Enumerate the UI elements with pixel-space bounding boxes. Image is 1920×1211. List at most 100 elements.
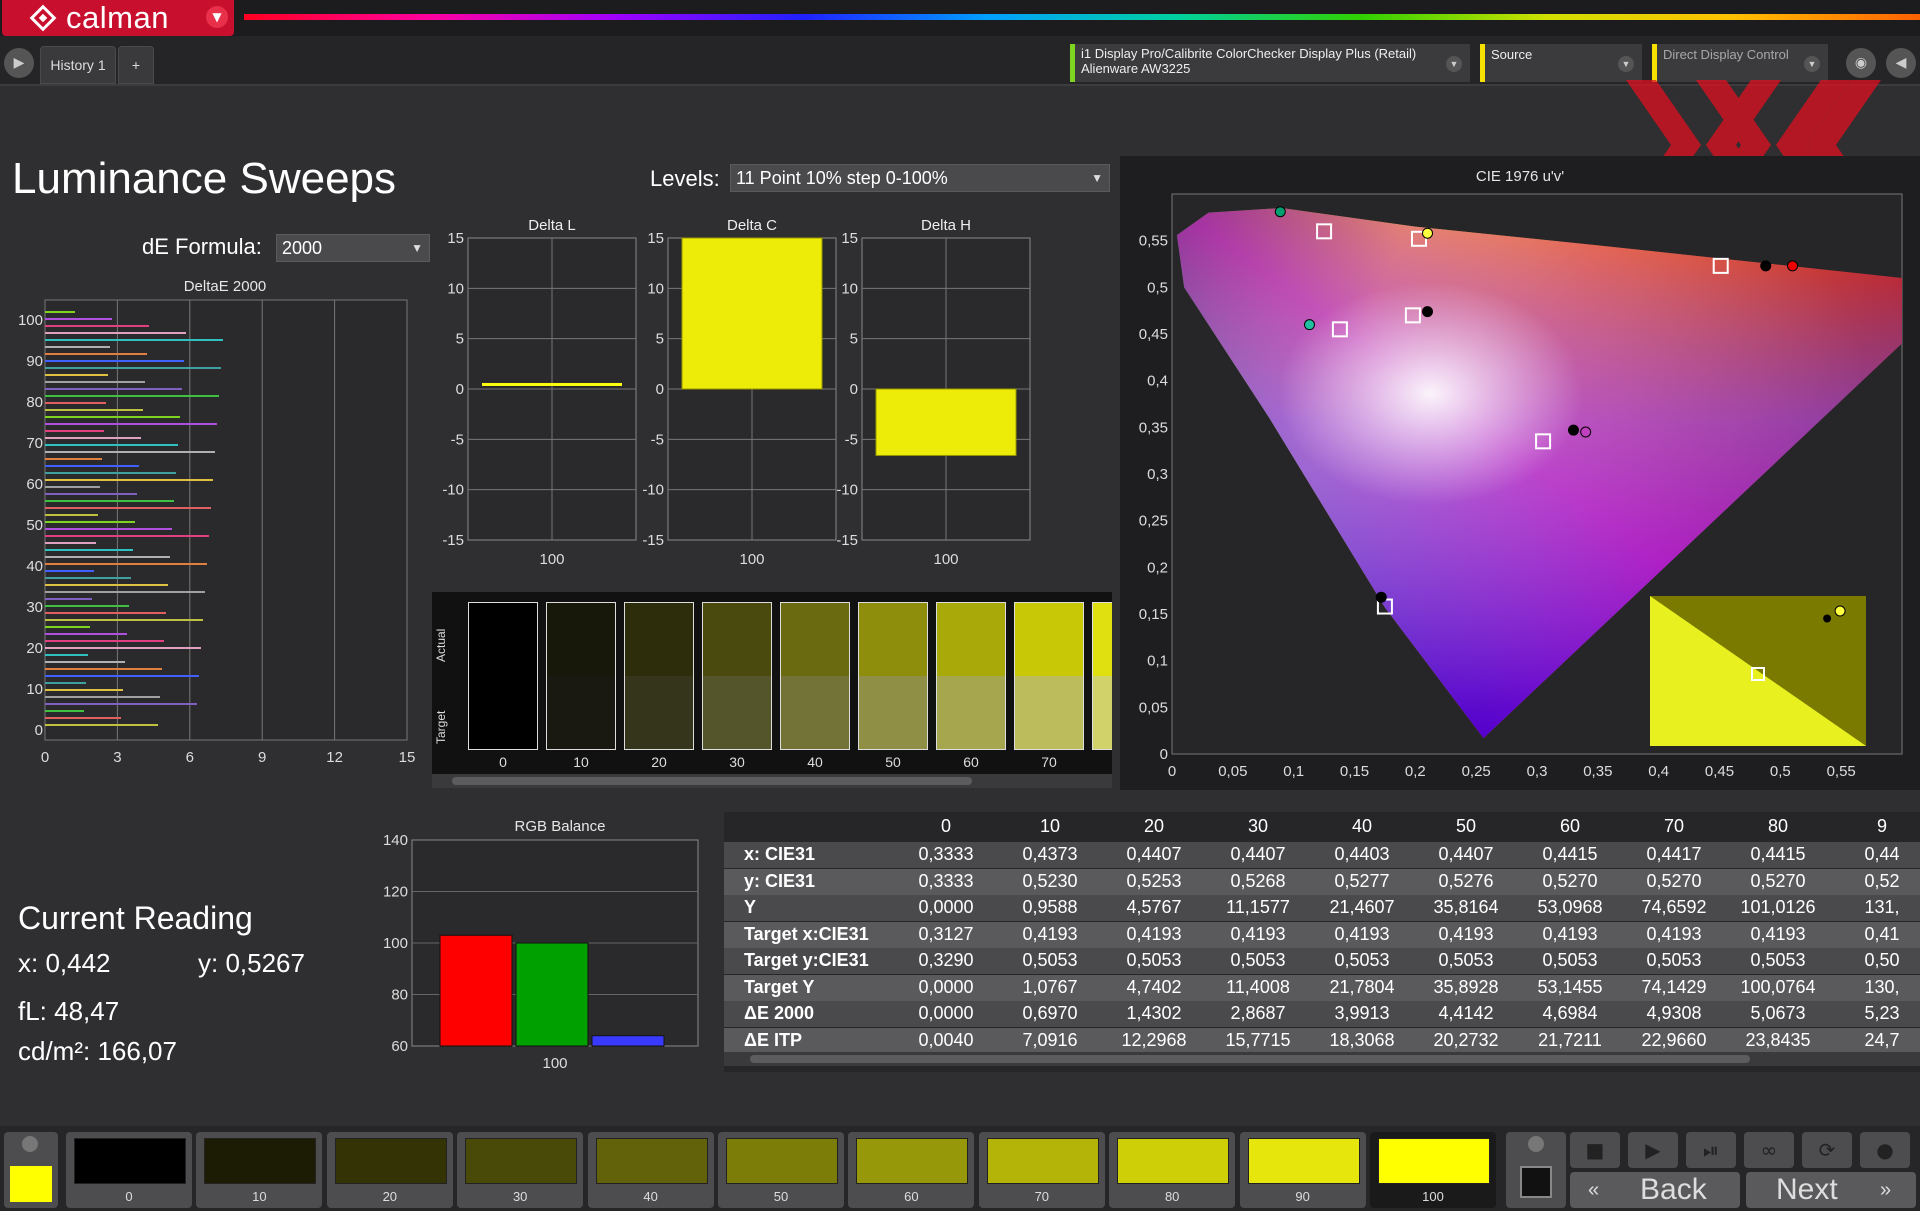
settings-icon[interactable]: ◉ [1846,48,1876,78]
patch-swatch[interactable]: 100 [1370,1132,1496,1208]
scrollbar-thumb[interactable] [452,777,972,785]
column-header: 0 [940,816,951,836]
patch-label: 30 [729,754,745,770]
patch-swatch[interactable]: 50 [718,1132,844,1208]
y-tick-label: 0 [456,381,464,398]
table-row: ΔE ITP 0,0040 7,0916 12,2968 15,7715 18,3068 2… [724,1027,1920,1054]
direct-display-selector[interactable]: Direct Display Control ▼ [1652,44,1828,82]
swatch-label: 90 [1295,1189,1310,1204]
patch-swatch[interactable]: 0 [66,1132,192,1208]
row-label: ΔE ITP [744,1029,802,1050]
loop-button[interactable]: ∞ [1744,1132,1794,1168]
patch-panel: Actual Target 0 10 20 30 40 50 60 70 8 [432,592,1112,788]
patch-target [1015,676,1083,749]
reading-cdm2: cd/m²: 166,07 [18,1036,177,1066]
play-button[interactable]: ▶ [1628,1132,1678,1168]
swatch-label: 20 [382,1189,398,1204]
y-tick-label: -10 [642,482,664,499]
arrow-up-icon[interactable] [22,1136,38,1152]
swatch-color [986,1138,1099,1184]
chevron-down-icon[interactable]: ▼ [206,6,228,28]
x-tick-label: 0,1 [1283,763,1304,780]
y-tick-label: 30 [26,599,43,616]
table-cell: 0,4415 [1750,844,1806,864]
meter-selector[interactable]: i1 Display Pro/Calibrite ColorChecker Di… [1070,44,1470,82]
levels-select[interactable]: 11 Point 10% step 0-100% ▼ [730,164,1110,192]
de-formula-select[interactable]: 2000 ▼ [276,234,430,262]
source-selector[interactable]: Source ▼ [1480,44,1642,82]
record-button[interactable]: ● [1860,1132,1910,1168]
patch-swatch[interactable]: 90 [1239,1132,1366,1208]
y-tick-label: -15 [642,532,664,549]
next-button[interactable]: Next » [1746,1172,1916,1208]
row-label: Target Y [744,976,815,997]
calman-menu-button[interactable]: calman ▼ [2,0,234,36]
de-formula-label: dE Formula: [142,234,262,259]
y-tick-label: -10 [442,482,464,499]
table-cell: 23,8435 [1745,1029,1811,1050]
x-tick-label: 100 [542,1055,567,1070]
patch-swatch[interactable]: 30 [457,1132,584,1208]
chevron-left-icon: « [1588,1179,1600,1201]
table-cell: 0,5270 [1646,870,1702,891]
chevron-down-icon[interactable]: ▼ [1618,56,1634,72]
chevron-down-icon[interactable]: ▼ [1446,56,1462,72]
row-label: ΔE 2000 [744,1003,814,1023]
y-tick-label: 0 [35,722,43,739]
stop-square-icon[interactable] [1520,1166,1552,1198]
table-cell: 0,4193 [1230,923,1286,944]
patch-swatch[interactable]: 10 [196,1132,323,1208]
patch-swatch[interactable]: 70 [978,1132,1105,1208]
y-tick-label: 0,15 [1139,606,1168,623]
stop-button[interactable]: ■ [1570,1132,1620,1168]
x-tick-label: 15 [399,749,416,766]
table-row: y: CIE31 0,3333 0,5230 0,5253 0,5268 0,5277 0,… [724,868,1920,895]
y-tick-label: 15 [447,230,464,247]
back-button[interactable]: « Back [1570,1172,1740,1208]
swatch-label: 70 [1034,1189,1050,1204]
collapse-icon[interactable]: ◀ [1886,48,1916,78]
play-icon[interactable]: ▶ [4,48,34,78]
patch-swatch[interactable]: 60 [848,1132,975,1208]
add-tab-button[interactable]: + [118,46,154,84]
x-tick-label: 12 [326,749,343,766]
reading-x: x: 0,442 [18,948,111,978]
column-header: 20 [1143,816,1165,836]
tab-history-1[interactable]: History 1 [40,46,116,84]
patch [1092,602,1112,750]
measured-point [1568,424,1579,436]
patch-scrollbar[interactable] [432,774,1112,788]
table-cell: 0,9588 [1022,897,1078,917]
step-button[interactable]: ⏯ [1686,1132,1736,1168]
x-tick-label: 0,15 [1340,763,1369,780]
table-scrollbar[interactable] [724,1052,1920,1066]
table-cell: 5,23 [1864,1003,1900,1023]
arrow-up-icon[interactable] [1528,1136,1544,1152]
x-tick-label: 0 [1168,763,1176,780]
chevron-down-icon[interactable]: ▼ [1804,56,1820,72]
measured-point [1760,260,1772,272]
patch-swatch[interactable]: 40 [587,1132,714,1208]
patch-actual [625,603,693,676]
x-tick-label: 3 [113,749,121,766]
scrollbar-thumb[interactable] [750,1055,1750,1063]
inset-point [1834,605,1846,617]
table-cell: 0,4193 [1542,923,1598,944]
row-label: Y [744,897,757,917]
swatch-color [726,1138,838,1184]
current-patch-color [10,1166,52,1202]
table-cell: 4,5767 [1126,897,1182,917]
y-tick-label: 90 [26,353,43,370]
patch-swatch[interactable]: 80 [1109,1132,1236,1208]
table-cell: 0,3127 [918,923,974,944]
table-cell: 0,4403 [1334,844,1390,864]
table-cell: 0,41 [1864,923,1900,944]
y-tick-label: 5 [656,331,664,348]
patch-swatch[interactable]: 20 [326,1132,453,1208]
table-cell: 4,6984 [1542,1003,1598,1023]
y-tick-label: 0 [1160,746,1168,763]
refresh-button[interactable]: ⟳ [1802,1132,1852,1168]
patch [936,602,1006,750]
y-tick-label: 5 [850,331,858,348]
y-tick-label: 0,2 [1147,559,1168,576]
